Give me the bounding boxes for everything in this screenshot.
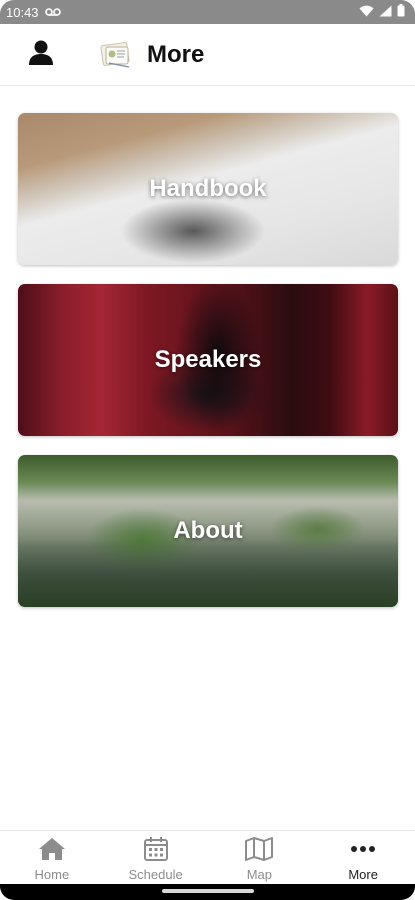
handbook-card-title: Handbook (149, 175, 267, 202)
speakers-card-title: Speakers (154, 346, 262, 373)
nav-label-schedule: Schedule (128, 867, 183, 882)
page-title: More (147, 40, 205, 68)
about-card-title: About (173, 517, 243, 544)
bottom-nav: Home Schedule Map More (0, 830, 415, 884)
handbook-card[interactable]: Handbook (18, 113, 398, 265)
voicemail-icon (44, 5, 61, 20)
signal-icon (379, 5, 392, 20)
status-bar: 10:43 (0, 0, 415, 24)
profile-button[interactable] (24, 38, 58, 72)
app-logo-icon (98, 40, 134, 70)
nav-item-schedule[interactable]: Schedule (104, 831, 208, 884)
status-left: 10:43 (6, 5, 61, 20)
calendar-icon (141, 835, 171, 863)
nav-label-home: Home (34, 867, 70, 882)
map-icon (244, 835, 274, 863)
status-time: 10:43 (6, 4, 39, 20)
battery-icon (397, 4, 405, 20)
nav-item-home[interactable]: Home (0, 831, 104, 884)
nav-label-map: Map (246, 867, 273, 882)
about-card[interactable]: About (18, 455, 398, 607)
nav-item-map[interactable]: Map (208, 831, 312, 884)
wifi-icon (359, 5, 374, 20)
gesture-bar (0, 884, 415, 900)
nav-label-more: More (348, 867, 378, 882)
status-right (359, 4, 405, 20)
home-icon (37, 835, 67, 863)
more-horizontal-icon (348, 835, 378, 863)
speakers-card[interactable]: Speakers (18, 284, 398, 436)
person-icon (26, 37, 56, 72)
gesture-handle[interactable] (161, 889, 254, 893)
app-bar: More (0, 24, 415, 86)
nav-item-more[interactable]: More (311, 831, 415, 884)
